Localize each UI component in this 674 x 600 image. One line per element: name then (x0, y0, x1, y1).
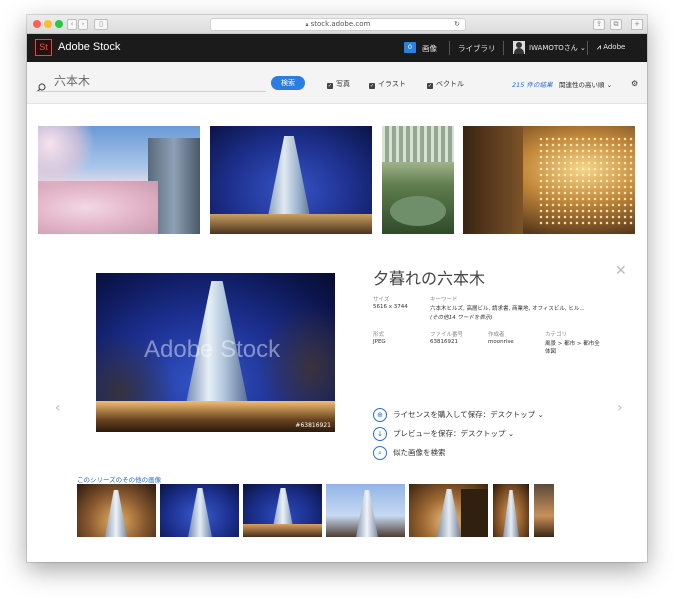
series-thumbnail[interactable] (77, 484, 156, 537)
sort-dropdown[interactable]: 関連性の高い順 ⌄ (559, 79, 612, 89)
reload-icon[interactable]: ↻ (454, 19, 460, 30)
checkbox-icon: ✓ (427, 83, 433, 89)
category-value[interactable]: 風景 > 都市 > 都市全 (545, 339, 600, 347)
series-thumbnail[interactable] (409, 484, 488, 537)
nav-divider (449, 41, 450, 55)
cart-count-badge[interactable]: 0 (404, 42, 416, 53)
file-number-label: ファイル番号 (430, 332, 464, 338)
category-value-cont[interactable]: 体図 (545, 347, 556, 355)
license-save-button[interactable]: ⊕ ライセンスを購入して保存：デスクトップ ⌄ (373, 408, 544, 422)
search-icon[interactable] (37, 77, 46, 92)
result-thumbnail-cherry-blossoms[interactable] (38, 126, 200, 234)
keywords-label: キーワード (430, 297, 458, 303)
user-menu[interactable]: IWAMOTOさん ⌄ (529, 43, 586, 53)
series-thumbnail[interactable] (493, 484, 529, 537)
settings-gear-icon[interactable]: ⚙ (631, 79, 638, 88)
close-window-button[interactable] (33, 20, 41, 28)
next-image-arrow-icon[interactable]: › (617, 400, 623, 416)
format-label: 形式 (373, 332, 385, 338)
adobe-label: Adobe (603, 43, 626, 51)
zoom-window-button[interactable] (55, 20, 63, 28)
checkbox-icon: ✓ (327, 83, 333, 89)
search-bar: 六本木 検索 ✓ 写真 ✓ イラスト ✓ ベクトル 215 件の結果 関連性の高い順 … (27, 62, 647, 104)
search-input[interactable]: 六本木 (54, 72, 90, 89)
filter-photo-label: 写真 (336, 80, 350, 88)
filter-illustration-label: イラスト (378, 80, 406, 88)
detail-title: 夕暮れの六本木 (373, 269, 486, 288)
nav-images[interactable]: 画像 (422, 43, 437, 54)
nav-divider (503, 41, 504, 55)
close-icon[interactable]: ✕ (615, 263, 627, 279)
share-icon[interactable]: ⇪ (593, 19, 605, 30)
cart-icon: ⊕ (373, 408, 387, 422)
result-thumbnail-roppongi-tower[interactable] (210, 126, 372, 234)
avatar[interactable] (513, 41, 525, 54)
top-navigation: St Adobe Stock 0 画像 ライブラリ IWAMOTOさん ⌄ ⩘ … (27, 34, 647, 62)
previous-image-arrow-icon[interactable]: ‹ (55, 400, 61, 416)
category-label: カテゴリ (545, 332, 568, 338)
browser-toolbar: ‹ › ▯ 🔒︎ stock.adobe.com ↻ ⇪ ⧉ + (27, 15, 647, 34)
result-thumbnail-garden-pond[interactable] (382, 126, 454, 234)
filter-vector-checkbox[interactable]: ✓ ベクトル (427, 79, 464, 89)
browser-window: ‹ › ▯ 🔒︎ stock.adobe.com ↻ ⇪ ⧉ + St Adobe… (27, 15, 647, 562)
brand-name[interactable]: Adobe Stock (58, 41, 120, 53)
preview-save-button[interactable]: ↓ プレビューを保存：デスクトップ ⌄ (373, 427, 514, 441)
url-text: stock.adobe.com (310, 20, 371, 28)
forward-icon[interactable]: › (78, 19, 88, 30)
author-value[interactable]: moonrise (488, 339, 514, 345)
nav-library[interactable]: ライブラリ (458, 43, 496, 54)
file-number-value: 63816921 (430, 339, 458, 345)
checkbox-icon: ✓ (369, 83, 375, 89)
adobe-stock-logo[interactable]: St (35, 39, 52, 56)
keywords-more-link[interactable]: (その他14 ワードを表示) (430, 313, 493, 321)
adobe-link[interactable]: ⩘ Adobe (597, 43, 625, 52)
series-thumbnail[interactable] (326, 484, 405, 537)
preview-image: Adobe Stock #63816921 (96, 273, 335, 432)
find-similar-label: 似た画像を検索 (393, 448, 446, 457)
image-id-overlay: #63816921 (295, 422, 331, 429)
format-value: JPEG (373, 339, 386, 345)
license-save-label: ライセンスを購入して保存：デスクトップ ⌄ (393, 410, 544, 419)
series-thumbnail[interactable] (534, 484, 554, 537)
back-icon[interactable]: ‹ (67, 19, 77, 30)
sidebar-icon[interactable]: ▯ (94, 19, 108, 30)
result-thumbnail-illuminated-trees[interactable] (463, 126, 635, 234)
series-thumbnail[interactable] (160, 484, 239, 537)
keywords-value: 六本木ヒルズ, 高層ビル, 請求書, 商業地, オフィスビル, ヒル... (430, 306, 585, 312)
author-label: 作成者 (488, 332, 505, 338)
tabs-icon[interactable]: ⧉ (610, 19, 622, 30)
download-icon: ↓ (373, 427, 387, 441)
find-similar-button[interactable]: ⌕ 似た画像を検索 (373, 446, 446, 460)
filter-photo-checkbox[interactable]: ✓ 写真 (327, 79, 350, 89)
size-label: サイズ (373, 297, 390, 303)
results-count: 215 件の結果 (512, 81, 553, 89)
filter-illustration-checkbox[interactable]: ✓ イラスト (369, 79, 406, 89)
series-heading: このシリーズのその他の画像 (77, 476, 162, 484)
search-similar-icon: ⌕ (373, 446, 387, 460)
stock-watermark: Adobe Stock (144, 336, 281, 363)
adobe-logo-icon: ⩘ (597, 43, 601, 51)
search-button[interactable]: 検索 (271, 76, 305, 90)
new-tab-icon[interactable]: + (631, 19, 643, 30)
size-value: 5616 x 3744 (373, 304, 408, 310)
preview-save-label: プレビューを保存：デスクトップ ⌄ (393, 429, 515, 438)
filter-vector-label: ベクトル (436, 80, 464, 88)
nav-divider (587, 41, 588, 55)
series-thumbnail[interactable] (243, 484, 322, 537)
lock-icon: 🔒︎ (305, 22, 309, 28)
search-underline (36, 91, 266, 92)
minimize-window-button[interactable] (44, 20, 52, 28)
address-bar[interactable]: 🔒︎ stock.adobe.com ↻ (210, 18, 466, 31)
